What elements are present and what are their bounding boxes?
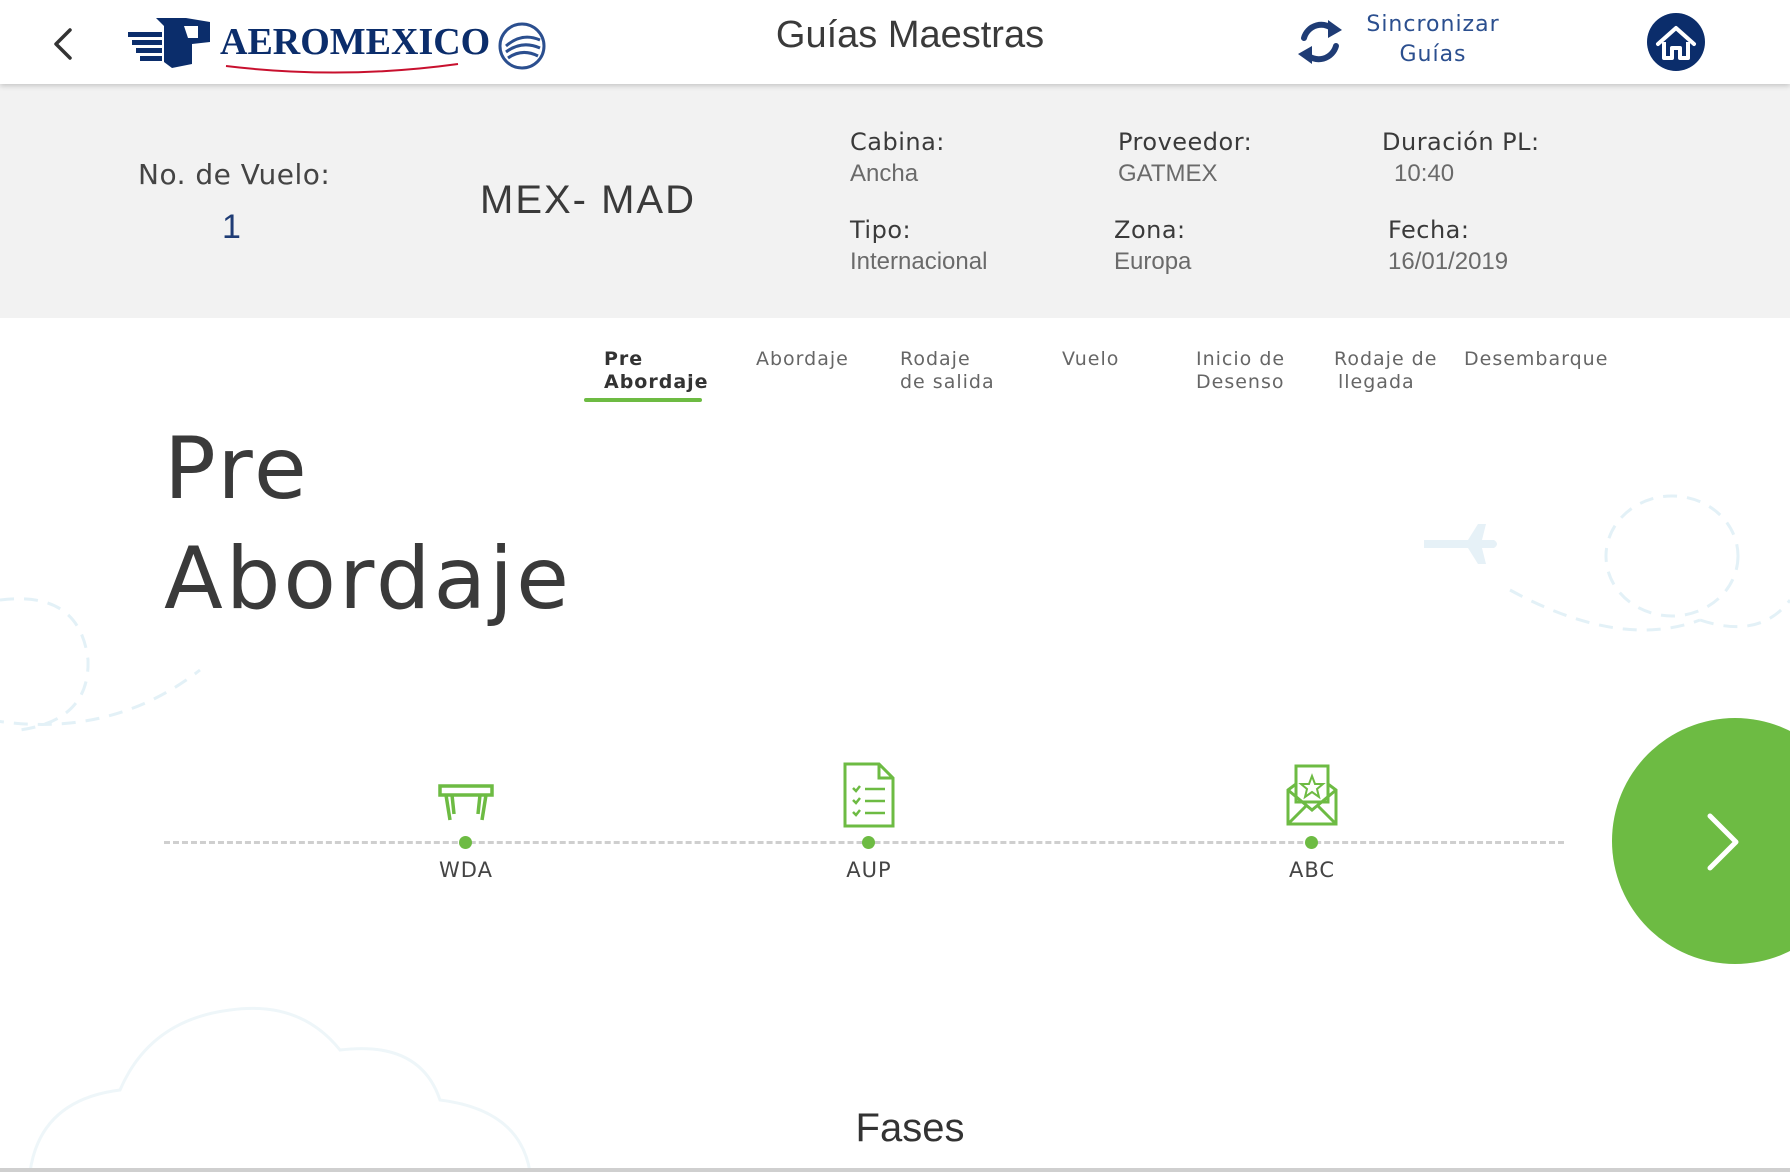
phase-tabs: Pre Abordaje Abordaje Rodaje de salida V… (0, 348, 1790, 408)
bottom-divider (0, 1168, 1790, 1172)
phase-heading-line2: Abordaje (164, 529, 572, 629)
timeline-label: ABC (1288, 858, 1336, 882)
timeline-dot (862, 836, 875, 849)
tab-label-line1: Desembarque (1464, 348, 1609, 370)
tab-label-line1: Pre (604, 348, 644, 370)
back-button[interactable] (44, 18, 84, 66)
tab-label-line2: llegada (1338, 371, 1415, 393)
tab-vuelo[interactable]: Vuelo (1062, 348, 1119, 371)
phase-heading-line1: Pre (164, 419, 310, 519)
timeline-dot (459, 836, 472, 849)
tab-label-line1: Inicio de (1196, 348, 1286, 370)
timeline-item-abc[interactable]: ABC (1252, 762, 1372, 892)
timeline-item-wda[interactable]: WDA (406, 762, 526, 892)
tab-label-line1: Rodaje (900, 348, 971, 370)
tab-inicio-de-desenso[interactable]: Inicio de Desenso (1196, 348, 1285, 394)
sync-guides-button[interactable]: Sincronizar Guías (1286, 8, 1526, 74)
home-icon (1647, 13, 1705, 71)
tab-label-line1: Abordaje (756, 348, 849, 370)
sync-label-line2: Guías (1399, 42, 1467, 67)
aeromexico-logo: AEROMEXICO (126, 12, 556, 74)
chevron-right-icon (1707, 813, 1739, 871)
logo-swoosh (225, 63, 459, 74)
page-title: Guías Maestras (775, 14, 1045, 56)
chevron-left-icon (54, 28, 72, 60)
tab-label-line2: de salida (900, 371, 995, 393)
tab-label-line2: Desenso (1196, 371, 1285, 393)
logo-wordmark: AEROMEXICO (220, 21, 491, 63)
home-button[interactable] (1644, 12, 1708, 72)
tab-rodaje-de-salida[interactable]: Rodaje de salida (900, 348, 995, 394)
tab-abordaje[interactable]: Abordaje (756, 348, 849, 371)
timeline-label: AUP (846, 858, 892, 882)
tab-rodaje-de-llegada[interactable]: Rodaje de llegada (1334, 348, 1437, 394)
sync-icon (1298, 20, 1342, 64)
sync-label: Sincronizar Guías (1358, 10, 1508, 70)
footer-phases-label: Fases (855, 1106, 965, 1150)
table-icon (438, 784, 494, 821)
tab-desembarque[interactable]: Desembarque (1464, 348, 1608, 371)
tab-label-line1: Vuelo (1062, 348, 1120, 370)
tab-label-line2: Abordaje (604, 371, 709, 393)
checklist-document-icon (843, 762, 895, 828)
aeromexico-eagle-icon (128, 18, 210, 68)
sync-label-line1: Sincronizar (1366, 12, 1500, 37)
tab-pre-abordaje[interactable]: Pre Abordaje (604, 348, 709, 394)
tab-label-line1: Rodaje de (1334, 348, 1438, 370)
timeline-dot (1305, 836, 1318, 849)
active-tab-indicator (584, 398, 702, 402)
timeline-label: WDA (439, 858, 493, 882)
phase-heading: Pre Abordaje (164, 414, 572, 634)
certificate-envelope-icon (1286, 764, 1338, 826)
skyteam-icon (498, 22, 546, 70)
timeline-item-aup[interactable]: AUP (809, 762, 929, 892)
top-bar: AEROMEXICO Guías Maestras Sincronizar Gu… (0, 0, 1790, 84)
